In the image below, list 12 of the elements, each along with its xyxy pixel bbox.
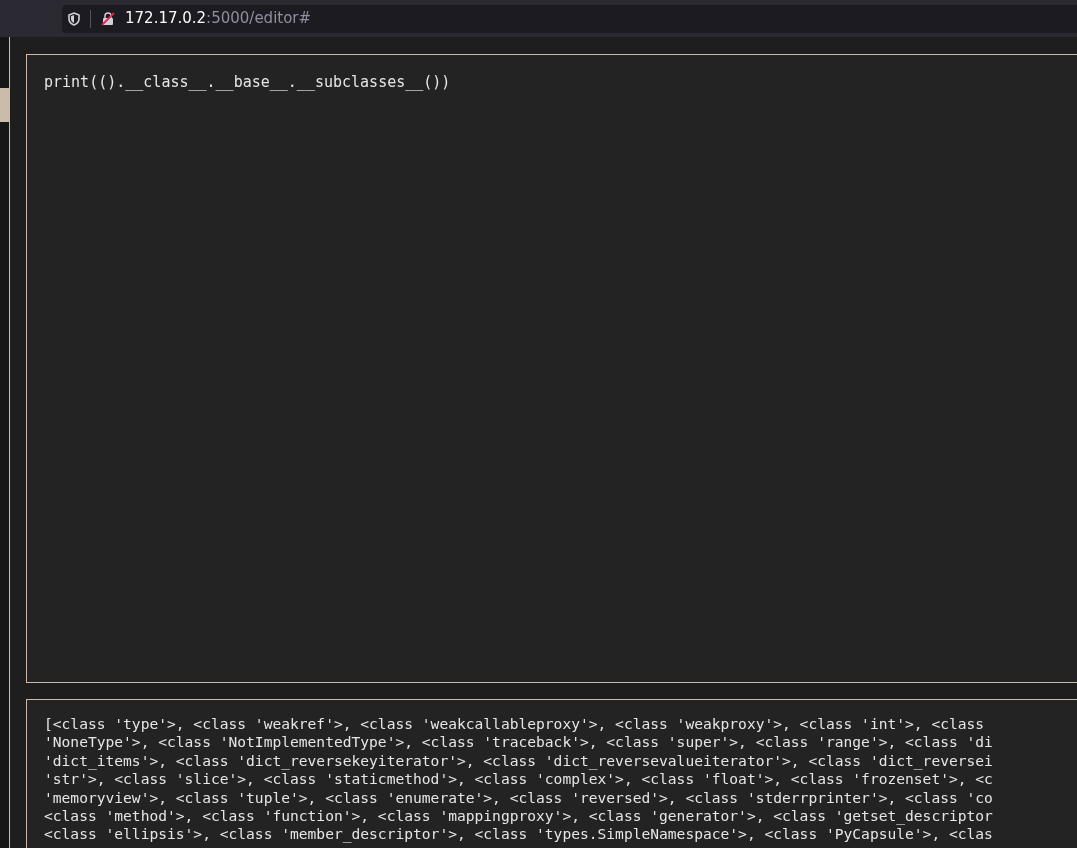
output-line: [<class 'type'>, <class 'weakref'>, <class 'weakcallableproxy'>, <class 'weakproxy'>, <class 'int'>, <class bbox=[44, 715, 985, 734]
code-editor[interactable]: print(().__class__.__base__.__subclasses__()) bbox=[26, 54, 1077, 683]
output-line: 'memoryview'>, <class 'tuple'>, <class 'enumerate'>, <class 'reversed'>, <class 'stderrprinter'>, <class 'co bbox=[44, 788, 993, 808]
address-bar[interactable]: 172.17.0.2:5000/editor# bbox=[62, 4, 1077, 33]
output-line: 'NoneType'>, <class 'NotImplementedType'>, <class 'traceback'>, <class 'super'>, <class 'range'>, <class 'di bbox=[44, 733, 993, 752]
shield-icon[interactable] bbox=[68, 11, 80, 26]
output-line: <class 'ellipsis'>, <class 'member_descriptor'>, <class 'types.SimpleNamespace'>, <class 'PyCapsule'>, <clas bbox=[44, 825, 993, 844]
output-line: 'dict_items'>, <class 'dict_reversekeyiterator'>, <class 'dict_reversevalueiterator'>, <class 'dict_reversei bbox=[44, 751, 993, 771]
insecure-lock-icon[interactable] bbox=[101, 11, 115, 26]
output-line: 'str'>, <class 'slice'>, <class 'staticmethod'>, <class 'complex'>, <class 'float'>, <class 'frozenset'>, <c bbox=[44, 770, 993, 789]
url-text[interactable]: 172.17.0.2:5000/editor# bbox=[125, 7, 312, 30]
output-line: <class 'method'>, <class 'function'>, <class 'mappingproxy'>, <class 'generator'>, <class 'getset_descriptor bbox=[44, 807, 993, 826]
